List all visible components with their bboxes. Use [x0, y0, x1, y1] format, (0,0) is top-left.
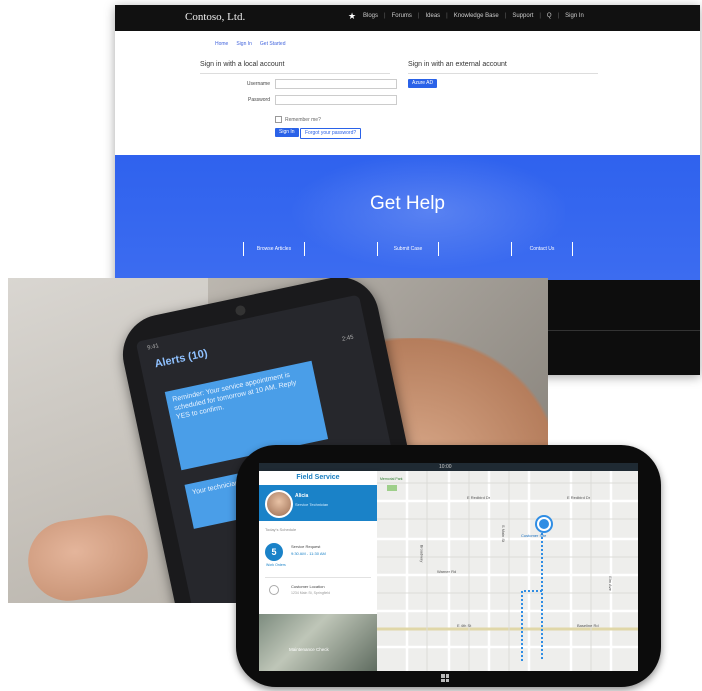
hero-link-submit-case[interactable]: Submit Case — [377, 242, 439, 256]
street-label: Elm Ave — [607, 576, 613, 591]
street-grid — [377, 471, 638, 671]
photo-caption: Maintenance Check — [289, 647, 329, 652]
street-label: E Redbird Dr — [467, 495, 491, 500]
side-panel: Field Service Alicia Service Technician … — [259, 471, 377, 671]
map-pin-label: Customer Site — [521, 533, 547, 538]
work-order-item[interactable]: 5 Work Orders Service Request 9:30 AM - … — [265, 541, 371, 571]
breadcrumb-item[interactable]: Get Started — [260, 41, 286, 47]
windows-button-icon[interactable] — [441, 674, 449, 682]
nav-link-blogs[interactable]: Blogs — [363, 13, 378, 19]
message-timestamp: 2:45 — [341, 334, 355, 343]
forgot-password-button[interactable]: Forgot your password? — [300, 128, 362, 139]
username-label: Username — [246, 81, 270, 87]
checkbox-icon[interactable] — [275, 116, 282, 123]
password-field[interactable] — [275, 95, 397, 105]
nav-link-forums[interactable]: Forums — [392, 13, 412, 19]
section-label: Today's Schedule — [265, 527, 297, 532]
brand-logo[interactable]: Contoso, Ltd. — [185, 11, 245, 23]
home-icon[interactable]: ★ — [348, 11, 356, 22]
work-order-count-badge: 5 — [265, 543, 283, 561]
remember-me-checkbox[interactable]: Remember me? — [275, 116, 321, 123]
nav-link-support[interactable]: Support — [512, 13, 533, 19]
divider — [200, 73, 390, 74]
top-navigation-bar: Contoso, Ltd. ★ Blogs | Forums | Ideas | Kn… — [115, 5, 700, 31]
tablet-device: 10:00 Field Service Alicia Service Techn… — [236, 445, 661, 687]
hero-link-contact-us[interactable]: Contact Us — [511, 242, 573, 256]
street-label: E Redbird Dr — [567, 495, 591, 500]
nav-link-knowledge-base[interactable]: Knowledge Base — [454, 13, 499, 19]
job-photo[interactable]: Maintenance Check — [259, 614, 377, 671]
park-label: Memorial Park — [380, 477, 403, 481]
phone-app-title: Alerts (10) — [153, 347, 209, 371]
local-account-heading: Sign in with a local account — [200, 61, 285, 68]
hero-background-photo — [265, 155, 565, 280]
nav-link-ideas[interactable]: Ideas — [425, 13, 440, 19]
street-label: Broadway — [419, 544, 425, 563]
external-provider-button[interactable]: Azure AD — [408, 79, 438, 88]
breadcrumb: Home Sign In Get Started — [215, 41, 286, 47]
location-title[interactable]: Customer Location — [291, 584, 325, 589]
park-area — [387, 485, 397, 491]
hero-link-browse-articles[interactable]: Browse Articles — [243, 242, 305, 256]
app-title: Field Service — [296, 474, 340, 481]
breadcrumb-item[interactable]: Home — [215, 41, 228, 47]
work-order-count-label: Work Orders — [266, 563, 286, 567]
password-label: Password — [248, 97, 270, 103]
work-order-title: Service Request — [291, 544, 321, 549]
location-pin-icon[interactable] — [537, 517, 551, 531]
status-time: 10:00 — [439, 464, 452, 470]
user-role: Service Technician — [295, 502, 329, 507]
location-address: 1234 Main St, Springfield — [291, 591, 331, 595]
status-bar: 10:00 — [259, 463, 638, 471]
location-icon — [269, 585, 279, 595]
avatar[interactable] — [265, 490, 293, 518]
tablet-screen: 10:00 Field Service Alicia Service Techn… — [259, 463, 638, 671]
username-field[interactable] — [275, 79, 397, 89]
camera-icon — [234, 304, 247, 317]
divider — [265, 577, 371, 578]
phone-status-time: 9:41 — [146, 343, 160, 352]
work-order-time: 9:30 AM - 11:30 AM — [291, 551, 326, 556]
user-name: Alicia — [295, 493, 309, 499]
search-icon[interactable]: Q — [547, 13, 552, 19]
divider — [408, 73, 598, 74]
street-label: S Main St — [501, 524, 507, 543]
profile-header[interactable]: Alicia Service Technician — [259, 485, 377, 521]
nav-link-sign-in[interactable]: Sign In — [565, 13, 584, 19]
remember-me-label: Remember me? — [285, 116, 321, 123]
breadcrumb-item[interactable]: Sign In — [236, 41, 252, 47]
sign-in-button[interactable]: Sign In — [275, 128, 299, 137]
hero-banner: Get Help Browse Articles Submit Case Con… — [115, 155, 700, 280]
hero-title: Get Help — [370, 193, 445, 214]
nav-links: Blogs | Forums | Ideas | Knowledge Base | Su… — [363, 13, 584, 19]
external-account-heading: Sign in with an external account — [408, 61, 507, 68]
street-label: E 4th St — [457, 623, 472, 628]
street-label: Warner Rd — [437, 569, 457, 574]
map-view[interactable]: Memorial Park E Redbird Dr Broadway E Re… — [377, 471, 638, 671]
street-label: Baseline Rd — [577, 623, 599, 628]
